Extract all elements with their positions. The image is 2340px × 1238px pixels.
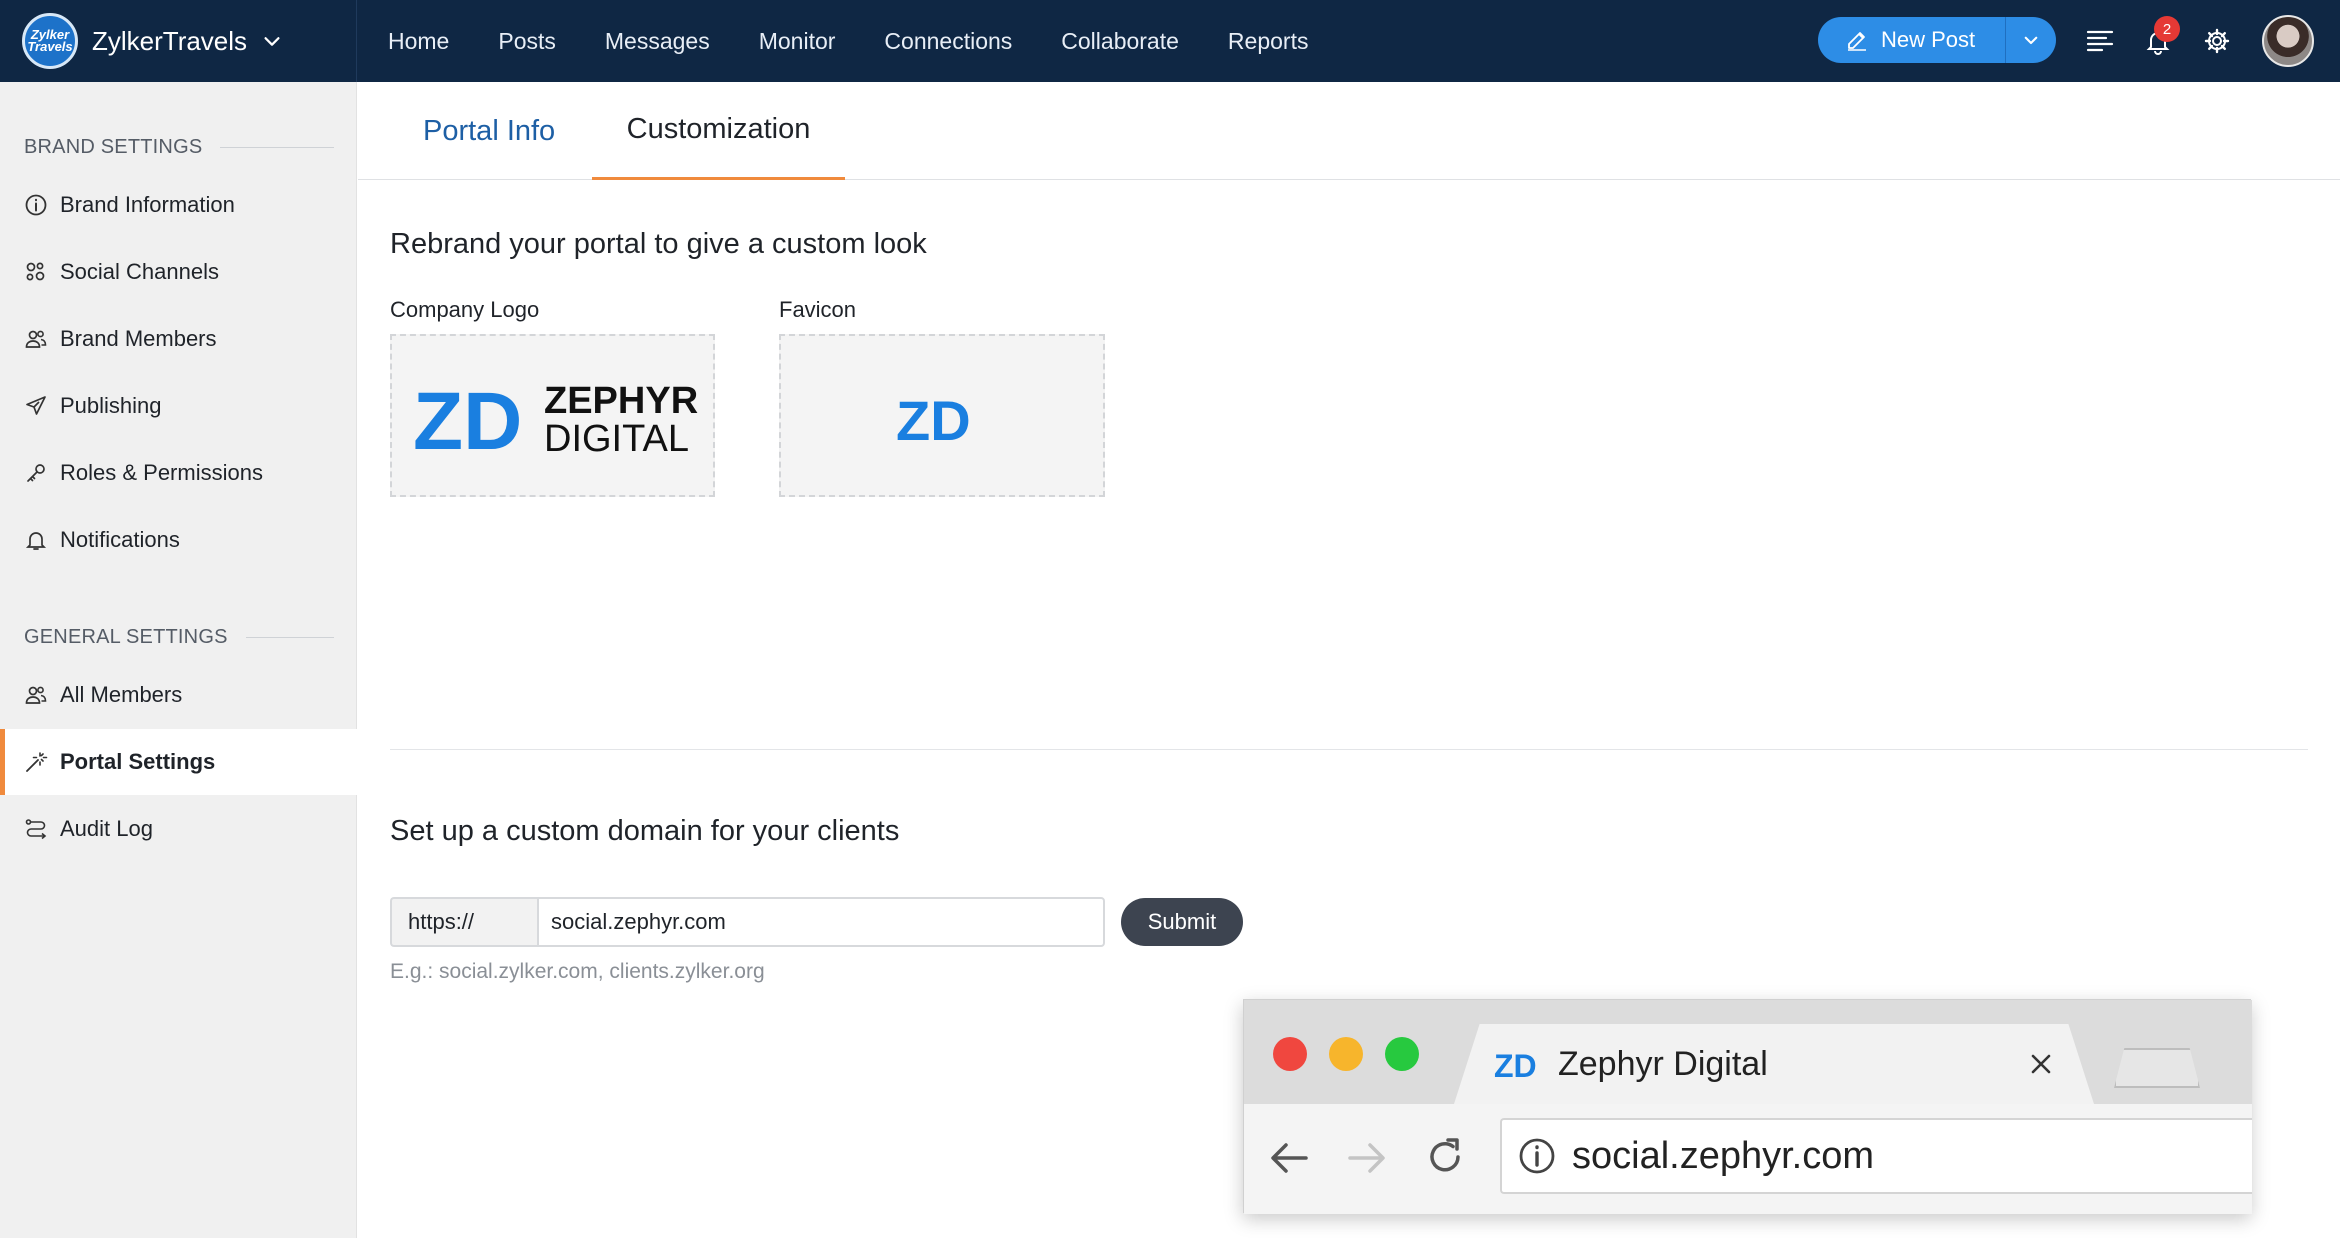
brand-settings-heading: BRAND SETTINGS — [24, 136, 334, 159]
svg-text:DIGITAL: DIGITAL — [544, 418, 689, 460]
svg-text:ZEPHYR: ZEPHYR — [544, 380, 698, 422]
settings-button[interactable] — [2200, 24, 2234, 58]
user-avatar[interactable] — [2262, 15, 2314, 67]
reload-icon — [1430, 1138, 1460, 1172]
audit-log-icon — [25, 819, 47, 840]
nav-posts[interactable]: Posts — [498, 28, 556, 55]
info-icon — [1519, 1138, 1555, 1174]
favicon-image: ZD — [896, 389, 971, 446]
sidebar-item-portal-settings[interactable]: Portal Settings — [0, 729, 357, 795]
general-settings-heading: GENERAL SETTINGS — [24, 626, 334, 649]
rebrand-title: Rebrand your portal to give a custom loo… — [390, 228, 927, 260]
brand-logo: Zylker Travels — [22, 13, 78, 69]
main-nav: Home Posts Messages Monitor Connections … — [388, 0, 1357, 82]
list-lines-icon — [2086, 30, 2114, 52]
sidebar-item-publishing[interactable]: Publishing — [0, 373, 357, 439]
domain-protocol-prefix: https:// — [390, 897, 537, 947]
nav-monitor[interactable]: Monitor — [759, 28, 836, 55]
back-arrow-icon — [1271, 1143, 1308, 1173]
new-post-label: New Post — [1881, 27, 1976, 52]
browser-address-text: social.zephyr.com — [1572, 1134, 1875, 1177]
settings-sidebar: BRAND SETTINGS Brand Information Social … — [0, 82, 357, 1238]
new-post-dropdown[interactable] — [2006, 17, 2056, 63]
new-post-button[interactable]: New Post — [1818, 17, 2006, 63]
info-icon — [25, 194, 47, 216]
maximize-window-dot — [1385, 1037, 1419, 1071]
company-logo-image: ZD ZEPHYR DIGITAL — [413, 376, 698, 461]
sidebar-item-brand-information[interactable]: Brand Information — [0, 172, 357, 238]
browser-preview: ZD Zephyr Digital social.zephyr.com — [1243, 999, 2252, 1214]
notification-count-badge: 2 — [2154, 16, 2180, 42]
new-post-split-button: New Post — [1818, 17, 2056, 63]
sidebar-item-brand-members[interactable]: Brand Members — [0, 306, 357, 372]
sidebar-item-all-members[interactable]: All Members — [0, 662, 357, 728]
sidebar-item-roles-permissions[interactable]: Roles & Permissions — [0, 440, 357, 506]
sidebar-item-notifications[interactable]: Notifications — [0, 507, 357, 573]
svg-text:ZD: ZD — [413, 376, 522, 461]
svg-text:ZD: ZD — [896, 389, 971, 446]
nav-messages[interactable]: Messages — [605, 28, 710, 55]
pencil-icon — [1848, 32, 1866, 51]
tab-customization[interactable]: Customization — [592, 82, 845, 180]
key-icon — [27, 464, 45, 482]
close-window-dot — [1273, 1037, 1307, 1071]
sidebar-item-audit-log[interactable]: Audit Log — [0, 796, 357, 862]
forward-arrow-icon — [1348, 1143, 1385, 1173]
svg-text:ZD: ZD — [1494, 1048, 1537, 1081]
send-icon — [26, 396, 46, 415]
activity-feed-button[interactable] — [2083, 24, 2117, 58]
gear-icon — [2204, 28, 2230, 54]
browser-tab-title: Zephyr Digital — [1558, 1044, 1768, 1083]
close-icon — [2031, 1054, 2051, 1074]
magic-wand-icon — [26, 752, 48, 772]
new-tab-shape — [2114, 1048, 2200, 1088]
nav-home[interactable]: Home — [388, 28, 449, 55]
settings-tabs: Portal Info Customization — [358, 82, 2340, 180]
sidebar-item-social-channels[interactable]: Social Channels — [0, 239, 357, 305]
nav-connections[interactable]: Connections — [884, 28, 1012, 55]
custom-domain-title: Set up a custom domain for your clients — [390, 815, 900, 847]
browser-tab-strip: ZD Zephyr Digital — [1244, 1000, 2252, 1104]
section-divider — [390, 749, 2308, 750]
submit-button[interactable]: Submit — [1121, 898, 1243, 946]
favicon-upload[interactable]: ZD — [779, 334, 1105, 497]
browser-toolbar: social.zephyr.com — [1244, 1104, 2252, 1214]
brand-switcher[interactable]: Zylker Travels ZylkerTravels — [0, 0, 357, 82]
favicon-icon: ZD — [1494, 1048, 1537, 1081]
members-icon — [25, 330, 47, 348]
chevron-down-icon — [264, 37, 280, 46]
social-channels-icon — [26, 262, 45, 281]
company-logo-label: Company Logo — [390, 297, 540, 322]
minimize-window-dot — [1329, 1037, 1363, 1071]
top-navigation-bar: Zylker Travels ZylkerTravels Home Posts … — [0, 0, 2340, 82]
custom-domain-input[interactable] — [537, 897, 1105, 947]
nav-collaborate[interactable]: Collaborate — [1061, 28, 1179, 55]
favicon-label: Favicon — [779, 297, 857, 322]
browser-address-bar: social.zephyr.com — [1500, 1118, 2252, 1194]
chevron-down-icon — [2024, 36, 2038, 45]
members-icon — [25, 686, 47, 704]
tab-portal-info[interactable]: Portal Info — [423, 82, 555, 180]
brand-name: ZylkerTravels — [92, 25, 248, 56]
domain-example-hint: E.g.: social.zylker.com, clients.zylker.… — [390, 960, 765, 983]
bell-icon — [25, 532, 47, 550]
nav-reports[interactable]: Reports — [1228, 28, 1309, 55]
company-logo-upload[interactable]: ZD ZEPHYR DIGITAL — [390, 334, 715, 497]
browser-tab: ZD Zephyr Digital — [1454, 1024, 2094, 1104]
